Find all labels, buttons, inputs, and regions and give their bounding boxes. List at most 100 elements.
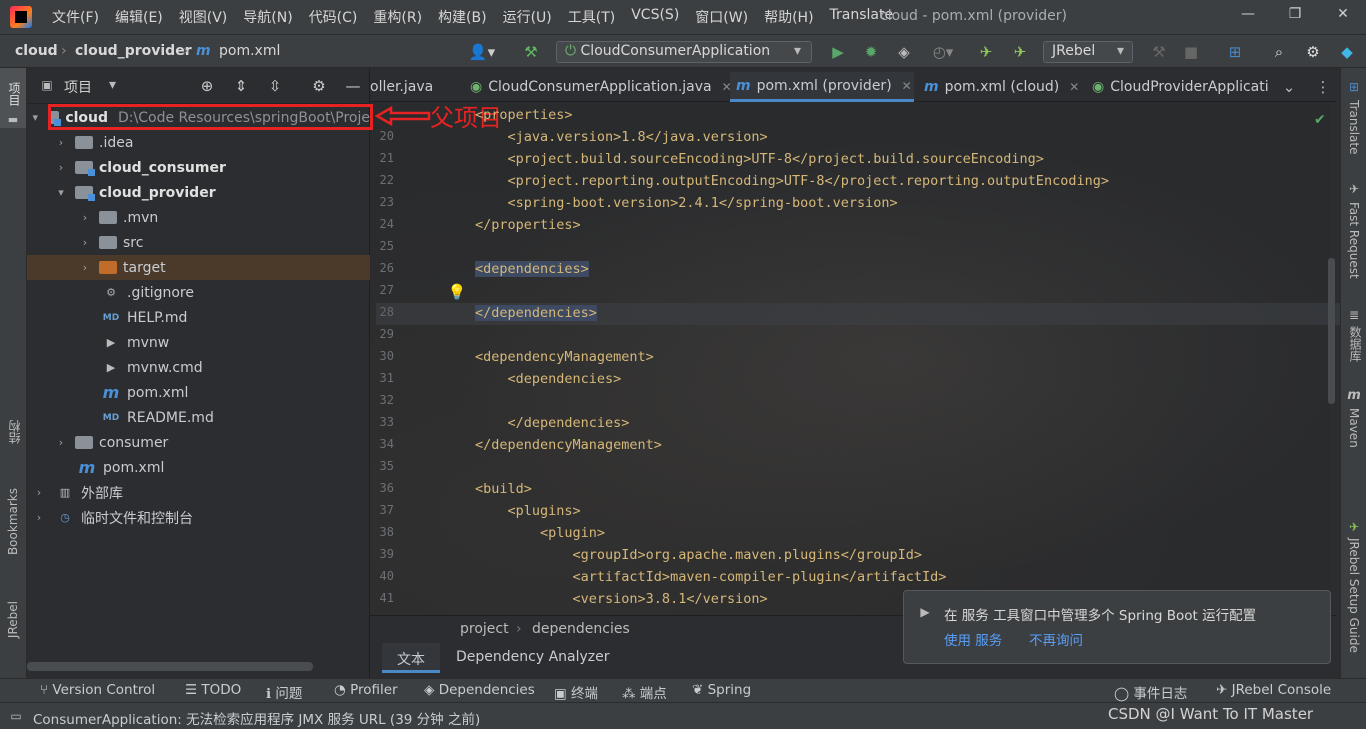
status-message[interactable]: ConsumerApplication: 无法检索应用程序 JMX 服务 URL… [33,708,480,728]
tool-translate[interactable]: Translate [1347,100,1361,155]
expand-all-icon[interactable]: ⇕ [231,76,251,96]
code-line[interactable]: <dependencies> [475,261,589,277]
tab-text[interactable]: 文本 [382,643,440,673]
menu-file[interactable]: 文件(F) [44,7,107,27]
status-window-icon[interactable]: ▭ [8,708,24,724]
dont-ask-again-link[interactable]: 不再询问 [1029,629,1083,649]
tree-item[interactable]: ▶ mvnw [27,330,370,355]
tree-item[interactable]: ⚙ .gitignore [27,280,370,305]
run-configuration-select[interactable]: ⏻ CloudConsumerApplication ▾ [556,41,812,63]
code-line[interactable]: <java.version>1.8</java.version> [475,129,768,145]
menu-window[interactable]: 窗口(W) [687,7,756,27]
tool-spring[interactable]: ❦ Spring [692,682,751,698]
debug-icon[interactable]: ✹ [861,42,881,62]
breadcrumb-cloud-provider[interactable]: cloud_provider [75,43,192,59]
xml-breadcrumb-dependencies[interactable]: dependencies [532,621,630,637]
settings-gear-icon[interactable]: ⚙ [1302,42,1324,62]
code-line[interactable]: <plugin> [475,525,605,541]
profiler-run-icon[interactable]: ◴▾ [925,42,961,62]
locate-file-icon[interactable]: ⊕ [197,76,217,96]
run-icon[interactable]: ▶ [828,42,848,62]
code-line[interactable]: <version>3.8.1</version> [475,591,768,607]
inspection-ok-icon[interactable]: ✔ [1314,112,1326,128]
tree-item-selected[interactable]: › target [27,255,370,280]
code-line[interactable]: <properties> [475,107,573,123]
tool-version-control[interactable]: ⑂ Version Control [40,682,155,698]
breadcrumb-cloud[interactable]: cloud [15,43,58,59]
code-line[interactable]: <groupId>org.apache.maven.plugins</group… [475,547,923,563]
tree-item[interactable]: › ◷ 临时文件和控制台 [27,505,370,530]
tree-item[interactable]: › .mvn [27,205,370,230]
plugin-logo-icon[interactable]: ◆ [1336,42,1358,62]
code-line[interactable]: </properties> [475,217,581,233]
code-line[interactable]: <dependencies> [475,371,622,387]
use-services-link[interactable]: 使用 服务 [944,629,1002,649]
jrebel-run-icon[interactable]: ✈ [975,42,997,62]
tool-problems[interactable]: ℹ 问题 [266,682,302,702]
xml-breadcrumb-project[interactable]: project [460,621,509,637]
tool-bookmarks[interactable]: Bookmarks [6,488,20,555]
tool-maven[interactable]: Maven [1347,408,1361,448]
code-line[interactable]: <artifactId>maven-compiler-plugin</artif… [475,569,947,585]
tab-controller[interactable]: oller.java [370,72,460,102]
tool-terminal[interactable]: ▣ 终端 [554,682,598,702]
collapse-all-icon[interactable]: ⇳ [265,76,285,96]
close-tab-icon[interactable]: ✕ [902,79,912,93]
tree-item[interactable]: ▾ cloud_provider [27,180,370,205]
code-line[interactable]: <project.build.sourceEncoding>UTF-8</pro… [475,151,1044,167]
menu-help[interactable]: 帮助(H) [756,7,821,27]
menu-navigate[interactable]: 导航(N) [235,7,300,27]
minimize-icon[interactable]: — [1238,6,1258,26]
tab-dependency-analyzer[interactable]: Dependency Analyzer [456,649,610,665]
user-account-icon[interactable]: 👤▾ [466,42,498,62]
tool-fast-request[interactable]: Fast Request [1347,202,1361,279]
menu-run[interactable]: 运行(U) [495,7,560,27]
code-line[interactable]: <build> [475,481,532,497]
tree-item[interactable]: › src [27,230,370,255]
menu-view[interactable]: 视图(V) [171,7,236,27]
code-line[interactable]: <project.reporting.outputEncoding>UTF-8<… [475,173,1109,189]
close-icon[interactable]: ✕ [1333,6,1353,26]
tab-list-chevron-icon[interactable]: ⌄ [1280,78,1298,96]
menu-edit[interactable]: 编辑(E) [107,7,171,27]
tool-dependencies[interactable]: ◈ Dependencies [424,682,535,698]
code-line[interactable]: </dependencies> [475,415,630,431]
tool-jrebel[interactable]: JRebel [6,601,20,638]
code-line[interactable]: <dependencyManagement> [475,349,654,365]
close-tab-icon[interactable]: ✕ [1069,80,1079,94]
tree-item[interactable]: m pom.xml [27,380,370,405]
tree-item[interactable]: › consumer [27,430,370,455]
menu-vcs[interactable]: VCS(S) [623,7,687,27]
more-options-icon[interactable]: ⋮ [1314,78,1332,96]
tab-pom-provider[interactable]: m pom.xml (provider) ✕ [730,72,914,102]
hide-panel-icon[interactable]: — [343,76,363,96]
tool-database[interactable]: 数据库 [1347,326,1364,362]
tab-cloud-consumer-application[interactable]: ◉ CloudConsumerApplication.java ✕ [464,72,732,102]
intention-bulb-icon[interactable]: 💡 [448,283,467,301]
tab-cloud-provider-application[interactable]: ◉ CloudProviderApplicati [1088,72,1274,102]
tree-item[interactable]: m pom.xml [27,455,370,480]
tree-item[interactable]: › ▥ 外部库 [27,480,370,505]
dropdown-arrow-icon[interactable]: ▾ [109,77,116,93]
panel-title[interactable]: 项目 [64,77,92,97]
menu-build[interactable]: 构建(B) [430,7,495,27]
tree-item[interactable]: ▶ mvnw.cmd [27,355,370,380]
restore-icon[interactable]: ❐ [1285,6,1305,26]
tool-profiler[interactable]: ◔ Profiler [334,682,398,698]
tab-pom-cloud[interactable]: m pom.xml (cloud) ✕ [918,72,1084,102]
menu-tools[interactable]: 工具(T) [560,7,623,27]
jrebel-select[interactable]: JRebel ▾ [1043,41,1133,63]
search-icon[interactable]: ⌕ [1268,42,1290,62]
tool-event-log[interactable]: ◯ 事件日志 [1114,682,1187,702]
code-line[interactable]: <spring-boot.version>2.4.1</spring-boot.… [475,195,898,211]
tool-jrebel-console[interactable]: ✈ JRebel Console [1216,682,1331,698]
translate-icon[interactable]: ⊞ [1224,42,1246,62]
vertical-scrollbar[interactable] [1328,258,1335,404]
tree-item[interactable]: MD README.md [27,405,370,430]
menu-code[interactable]: 代码(C) [301,7,366,27]
breadcrumb-pom[interactable]: pom.xml [219,43,280,59]
tool-todo[interactable]: ☰ TODO [185,682,241,698]
tool-project[interactable]: 项目 [6,82,23,106]
menu-refactor[interactable]: 重构(R) [365,7,430,27]
tree-item[interactable]: › .idea [27,130,370,155]
